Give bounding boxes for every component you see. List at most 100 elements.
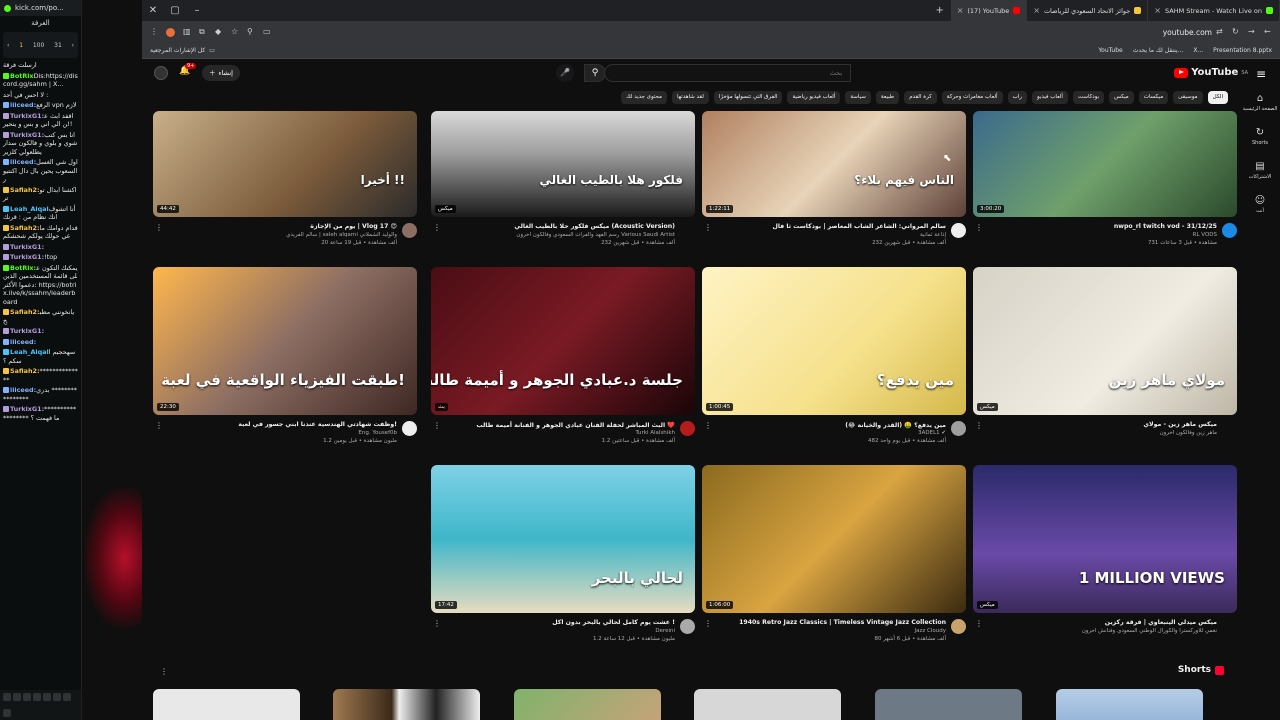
chat-username[interactable]: iiiceed:	[10, 158, 36, 166]
extension-icon[interactable]	[166, 27, 175, 37]
video-thumbnail[interactable]: فلكور هلا بالطيب الغالي ميكس	[431, 111, 695, 217]
more-options-icon[interactable]: ⋮	[155, 223, 163, 232]
channel-name[interactable]: رسم الفهد والفرات السعودي وفالكون آخرون …	[445, 232, 675, 238]
create-button[interactable]: ＋ إنشاء	[202, 65, 240, 81]
channel-name[interactable]: Dereini	[445, 628, 675, 634]
short-thumbnail[interactable]	[153, 689, 300, 720]
back-icon[interactable]: ←	[1264, 28, 1272, 36]
filter-chip[interactable]: ميكسات	[1138, 91, 1169, 104]
url-text[interactable]: youtube.com	[1163, 28, 1212, 37]
filter-chip[interactable]: ألعاب مغامرات وحركة	[941, 91, 1003, 104]
emote-icon[interactable]	[3, 693, 11, 701]
more-options-icon[interactable]: ⋮	[704, 421, 712, 430]
more-options-icon[interactable]: ⋮	[975, 421, 983, 430]
video-title[interactable]: البث المباشر لحفلة الفنان عبادي الجوهر و…	[445, 421, 675, 429]
guide-item[interactable]: ▤ الاشتراكات	[1240, 161, 1280, 195]
video-thumbnail[interactable]: 1:06:00	[702, 465, 966, 613]
emote-icon[interactable]	[63, 693, 71, 701]
video-card[interactable]: 3:00:20 ⋮ nwpo_rl twitch vod - 31/12/25 RL …	[973, 111, 1237, 257]
chat-emote-bar[interactable]	[0, 690, 81, 720]
video-thumbnail[interactable]: أخيرا !! 44:42	[153, 111, 417, 217]
diamond-icon[interactable]: ◆	[215, 28, 223, 36]
extensions-icon[interactable]: ⧉	[199, 28, 207, 36]
video-title[interactable]: عشت يوم كامل لحالي بالبحر بدون اكل !	[445, 619, 675, 626]
chevron-left-icon[interactable]: ‹	[7, 42, 9, 49]
video-card[interactable]: 1:06:00 ⋮ 1940s Retro Jazz Classics | Time…	[702, 465, 966, 653]
video-card[interactable]: جلسة د.عبادي الجوهر و أميمة طالب بث ⋮ البث …	[431, 267, 695, 455]
filter-chip[interactable]: الفرق التي تتسولها مؤخرًا	[713, 91, 783, 104]
channel-avatar[interactable]	[951, 421, 966, 436]
video-thumbnail[interactable]: لحالي بالبحر 17:42	[431, 465, 695, 613]
minimize-window-icon[interactable]: –	[186, 5, 208, 16]
emote-icon[interactable]	[53, 693, 61, 701]
video-title[interactable]: ميكس ماهر زين - مولاي	[987, 421, 1217, 428]
channel-name[interactable]: Turki Alalshikh	[445, 430, 675, 436]
chat-username[interactable]: iiiceed:	[10, 101, 36, 109]
chat-tab-title[interactable]: kick.com/po...	[15, 4, 64, 12]
video-card[interactable]: لحالي بالبحر 17:42 ⋮ عشت يوم كامل لحالي بال…	[431, 465, 695, 653]
chat-summary-box[interactable]: ‹ 1 100 31 ›	[3, 32, 78, 58]
short-thumbnail[interactable]	[694, 689, 841, 720]
more-options-icon[interactable]: ⋮	[704, 619, 712, 628]
video-thumbnail[interactable]: مين يدفع؟ 1:00:45	[702, 267, 966, 415]
chat-username[interactable]: iiiceed:	[10, 338, 36, 346]
video-title[interactable]: يوم من الإجازة | Vlog 17 😍	[167, 223, 397, 230]
short-thumbnail[interactable]	[514, 689, 661, 720]
video-card[interactable]: 1 MILLION VIEWS ميكس ⋮ ميكس ميدلي الينبعاوي…	[973, 465, 1237, 653]
bookmark-item[interactable]: X...	[1193, 47, 1203, 54]
guide-item[interactable]: ⌂ الصفحة الرئيسية	[1240, 93, 1280, 127]
chat-username[interactable]: Safiah2:	[10, 367, 40, 375]
emote-icon[interactable]	[43, 693, 51, 701]
channel-name[interactable]: Jazz Cloudy	[716, 628, 946, 634]
channel-avatar[interactable]	[951, 223, 966, 238]
filter-chip[interactable]: ألعاب فيديو رياضية	[787, 91, 841, 104]
short-thumbnail[interactable]	[333, 689, 480, 720]
video-card[interactable]: مين يدفع؟ 1:00:45 ⋮ مين يدفع؟ 🤑 (القدر والخ…	[702, 267, 966, 455]
channel-name[interactable]: نغمي للأوركسترا والكورال الوطني السعودي …	[987, 628, 1217, 634]
search-box[interactable]	[604, 64, 851, 82]
account-avatar[interactable]	[154, 66, 168, 80]
filter-chip[interactable]: الكل	[1207, 91, 1228, 104]
video-thumbnail[interactable]: 1 MILLION VIEWS ميكس	[973, 465, 1237, 613]
browser-tab[interactable]: × SAHM Stream - Watch Live on	[1148, 0, 1280, 21]
channel-name[interactable]: إذاعة ثمانية	[716, 232, 946, 238]
search-input[interactable]	[613, 69, 842, 77]
filter-chip[interactable]: ألعاب فيديو	[1031, 91, 1068, 104]
emote-icon[interactable]	[23, 693, 31, 701]
emote-icon[interactable]	[13, 693, 21, 701]
short-thumbnail[interactable]	[875, 689, 1022, 720]
guide-item[interactable]: ↻ Shorts	[1240, 127, 1280, 161]
browser-tab[interactable]: × جوائز الاتحاد السعودي للرياضات	[1027, 0, 1149, 21]
close-window-icon[interactable]: ✕	[142, 5, 164, 16]
bookmark-item[interactable]: ينتقل لك ما يحدث...	[1133, 47, 1184, 54]
bookmark-star-icon[interactable]: ☆	[231, 28, 239, 36]
guide-item[interactable]: ☺ أنت	[1240, 195, 1280, 229]
video-thumbnail[interactable]: جلسة د.عبادي الجوهر و أميمة طالب بث	[431, 267, 695, 415]
filter-chip[interactable]: موسيقى	[1173, 91, 1203, 104]
channel-name[interactable]: سالم الفريدي | saleh alqarni والوليد الش…	[167, 232, 397, 238]
video-card[interactable]: الناس فيهم بلاء؟ 1:22:11 ⋮ سالم المرواني: ا…	[702, 111, 966, 257]
chevron-right-icon[interactable]: ›	[72, 42, 74, 49]
channel-name[interactable]: Eng. Yousef0b	[167, 430, 397, 436]
chat-username[interactable]: Safiah2:	[10, 186, 40, 194]
video-thumbnail[interactable]: مولاي ماهر زين ميكس	[973, 267, 1237, 415]
chat-username[interactable]: TurkixG1:	[10, 405, 44, 413]
video-card[interactable]: طبقت الفيزياء الواقعية في لعبة! 22:30 ⋮ وظف…	[153, 267, 417, 455]
tune-icon[interactable]: ⇄	[1216, 28, 1224, 36]
video-title[interactable]: سالم المرواني: الشاعر الشاب المعاصر | بو…	[716, 223, 946, 230]
filter-chip[interactable]: محتوى جديد لك	[621, 91, 667, 104]
channel-name[interactable]: ماهر زين وفالكون آخرون	[987, 430, 1217, 436]
forward-icon[interactable]: →	[1248, 28, 1256, 36]
chat-username[interactable]: Leah_Aiqal	[10, 205, 49, 213]
video-title[interactable]: مين يدفع؟ 🤑 (القدر والخيانة 😂)	[716, 421, 946, 429]
filter-chip[interactable]: طبيعة	[875, 91, 900, 104]
more-options-icon[interactable]: ⋮	[975, 223, 983, 232]
channel-avatar[interactable]	[1222, 223, 1237, 238]
menu-dots-icon[interactable]: ⋮	[150, 28, 158, 36]
all-bookmarks[interactable]: كل الإشارات المرجعية	[150, 47, 205, 54]
video-thumbnail[interactable]: الناس فيهم بلاء؟ 1:22:11	[702, 111, 966, 217]
mic-icon[interactable]: 🎤	[556, 64, 574, 82]
channel-avatar[interactable]	[680, 619, 695, 634]
channel-name[interactable]: 3ADEL1 ✔	[716, 430, 946, 436]
new-tab-button[interactable]: +	[929, 5, 951, 16]
